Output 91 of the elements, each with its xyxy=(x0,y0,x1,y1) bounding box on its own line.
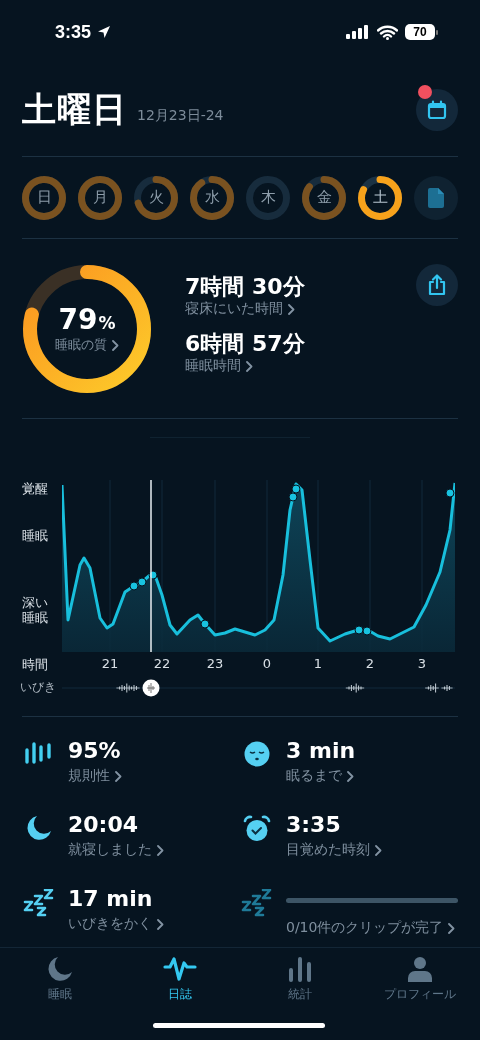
chevron-icon xyxy=(157,844,164,856)
time-tick-label: 23 xyxy=(205,656,225,671)
y-axis-label: 睡眠 xyxy=(22,528,49,543)
duration-link[interactable]: 寝床にいた時間 xyxy=(185,300,305,318)
stat-value: 3 min xyxy=(286,737,357,765)
event-dot xyxy=(129,581,139,591)
day-score-arc xyxy=(22,175,66,220)
duration-value: 7時間 30分 xyxy=(185,273,305,300)
wave-icon xyxy=(163,956,197,982)
stat-value: 95% xyxy=(68,737,122,765)
moon-icon xyxy=(26,815,52,841)
share-icon xyxy=(427,274,447,296)
wifi-icon xyxy=(377,24,398,40)
time-tick-label: 0 xyxy=(261,656,273,671)
event-dot xyxy=(288,492,298,502)
stat-value: 3:35 xyxy=(286,811,342,839)
stat-value: 17 min xyxy=(68,885,154,913)
event-dot xyxy=(200,619,210,629)
duration-value: 6時間 57分 xyxy=(185,330,305,357)
moon-icon xyxy=(47,956,73,982)
snore-wave-icon xyxy=(424,683,440,693)
document-icon xyxy=(428,187,444,208)
stat-link[interactable]: 目覚めた時刻 xyxy=(286,841,458,859)
stat-link[interactable]: 就寝しました xyxy=(68,841,240,859)
quality-link[interactable]: 睡眠の質 xyxy=(55,336,119,354)
x-axis-title: 時間 xyxy=(22,656,48,674)
bar-chart-icon xyxy=(287,956,313,982)
chevron-icon xyxy=(157,918,164,930)
stat-link[interactable]: いびきをかく xyxy=(68,915,240,933)
day-tab[interactable]: 土 xyxy=(358,175,402,220)
battery-level: 70 xyxy=(405,24,435,40)
snore-zzz-icon xyxy=(241,889,273,917)
snore-wave-icon xyxy=(116,683,140,693)
snore-zzz-icon xyxy=(23,889,55,917)
event-dot xyxy=(354,625,364,635)
chevron-icon xyxy=(347,770,354,782)
nav-tab[interactable]: 統計 xyxy=(240,956,360,1008)
person-icon xyxy=(407,956,433,982)
day-score-arc xyxy=(134,175,178,220)
time-tick-label: 2 xyxy=(364,656,376,671)
clock-time: 3:35 xyxy=(55,21,92,43)
report-button[interactable] xyxy=(414,175,458,220)
day-tab[interactable]: 月 xyxy=(78,175,122,220)
event-dot xyxy=(148,570,158,580)
day-tab[interactable]: 水 xyxy=(190,175,234,220)
time-tick-label: 1 xyxy=(312,656,324,671)
day-score-arc xyxy=(78,175,122,220)
snore-wave-icon xyxy=(345,683,365,693)
chevron-icon xyxy=(112,339,119,351)
chevron-icon xyxy=(246,360,253,372)
share-button[interactable] xyxy=(416,264,458,306)
y-axis-label: 覚醒 xyxy=(22,481,49,496)
nav-tab[interactable]: プロフィール xyxy=(360,956,480,1008)
event-dot xyxy=(291,484,301,494)
signal-icon xyxy=(346,25,370,39)
calendar-icon xyxy=(427,100,447,120)
day-tab[interactable]: 金 xyxy=(302,175,346,220)
time-tick-label: 3 xyxy=(416,656,428,671)
chevron-icon xyxy=(288,303,295,315)
day-score-arc xyxy=(358,175,402,220)
scrubber-handle[interactable] xyxy=(142,679,160,697)
bars-icon xyxy=(24,741,54,767)
sleepy-face-icon xyxy=(244,741,270,767)
day-score-arc xyxy=(302,175,346,220)
quality-score: 79 xyxy=(58,303,98,336)
location-arrow-icon xyxy=(97,25,112,39)
day-title: 土曜日 xyxy=(22,88,127,131)
day-tab[interactable]: 木 xyxy=(246,175,290,220)
stat-link[interactable]: 眠るまで xyxy=(286,767,458,785)
date-range: 12月23日-24 xyxy=(137,107,224,125)
time-tick-label: 21 xyxy=(100,656,120,671)
duration-link[interactable]: 睡眠時間 xyxy=(185,357,305,375)
day-score-arc xyxy=(190,175,234,220)
stat-link[interactable]: 規則性 xyxy=(68,767,240,785)
stat-link[interactable]: 0/10件のクリップが完了 xyxy=(286,919,458,937)
chevron-icon xyxy=(115,770,122,782)
chevron-icon xyxy=(448,922,456,934)
event-dot xyxy=(362,626,372,636)
day-tab[interactable]: 火 xyxy=(134,175,178,220)
day-tab[interactable]: 日 xyxy=(22,175,66,220)
percent-unit: % xyxy=(98,313,116,333)
event-dot xyxy=(445,488,455,498)
time-tick-label: 22 xyxy=(152,656,172,671)
chevron-icon xyxy=(375,844,382,856)
stat-value: 20:04 xyxy=(68,811,140,839)
event-dot xyxy=(137,577,147,587)
nav-tab[interactable]: 睡眠 xyxy=(0,956,120,1008)
snore-row-label: いびき xyxy=(20,679,56,696)
alarm-clock-icon xyxy=(243,815,271,843)
nav-tab[interactable]: 日誌 xyxy=(120,956,240,1008)
y-axis-label: 深い睡眠 xyxy=(22,595,49,625)
